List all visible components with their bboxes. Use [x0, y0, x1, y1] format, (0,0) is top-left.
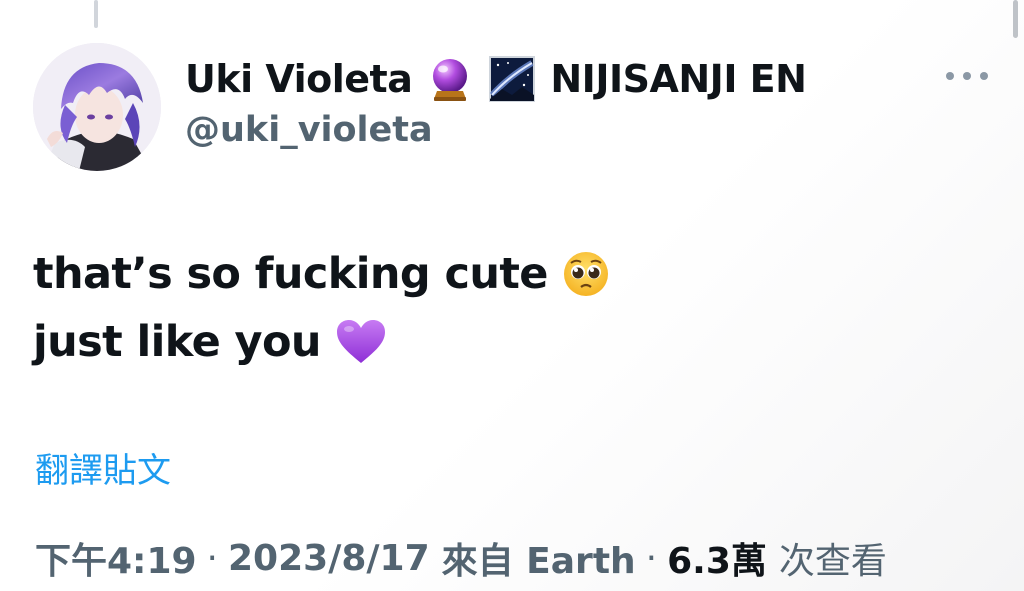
tweet-line-2-text: just like you [33, 317, 322, 367]
scrollbar[interactable] [1013, 0, 1018, 38]
tweet-line-1: that’s so fucking cute [33, 240, 610, 308]
tweet-date[interactable]: 2023/8/17 [228, 538, 430, 579]
tweet-line-1-text: that’s so fucking cute [33, 249, 548, 299]
author-handle[interactable]: @uki_violeta [185, 110, 433, 150]
meta-separator: · [206, 537, 218, 579]
milky-way-icon [488, 55, 536, 103]
author-name-suffix[interactable]: NIJISANJI EN [550, 57, 807, 101]
more-options-icon[interactable] [946, 66, 988, 86]
tweet-line-2: just like you [33, 308, 610, 376]
tweet-meta: 下午4:19 · 2023/8/17 來自 Earth · 6.3萬 次查看 [35, 532, 887, 584]
views-count[interactable]: 6.3萬 [667, 532, 767, 584]
thread-connector-line [94, 0, 98, 28]
meta-separator: · [645, 537, 658, 579]
views-label: 次查看 [778, 541, 887, 582]
tweet-time[interactable]: 下午4:19 [35, 532, 197, 584]
crystal-ball-icon [426, 55, 474, 103]
avatar[interactable] [33, 43, 161, 171]
tweet-detail-page: Uki Violeta NIJISANJI EN @uki_violeta th… [0, 0, 1024, 591]
author-display-name[interactable]: Uki Violeta [185, 57, 413, 101]
author-name-row[interactable]: Uki Violeta NIJISANJI EN [185, 52, 807, 106]
tweet-text: that’s so fucking cute just like you [33, 240, 610, 376]
tweet-source: 來自 Earth [441, 541, 636, 582]
translate-post-link[interactable]: 翻譯貼文 [35, 443, 171, 492]
pleading-face-icon [562, 250, 610, 298]
purple-heart-icon [335, 318, 385, 366]
